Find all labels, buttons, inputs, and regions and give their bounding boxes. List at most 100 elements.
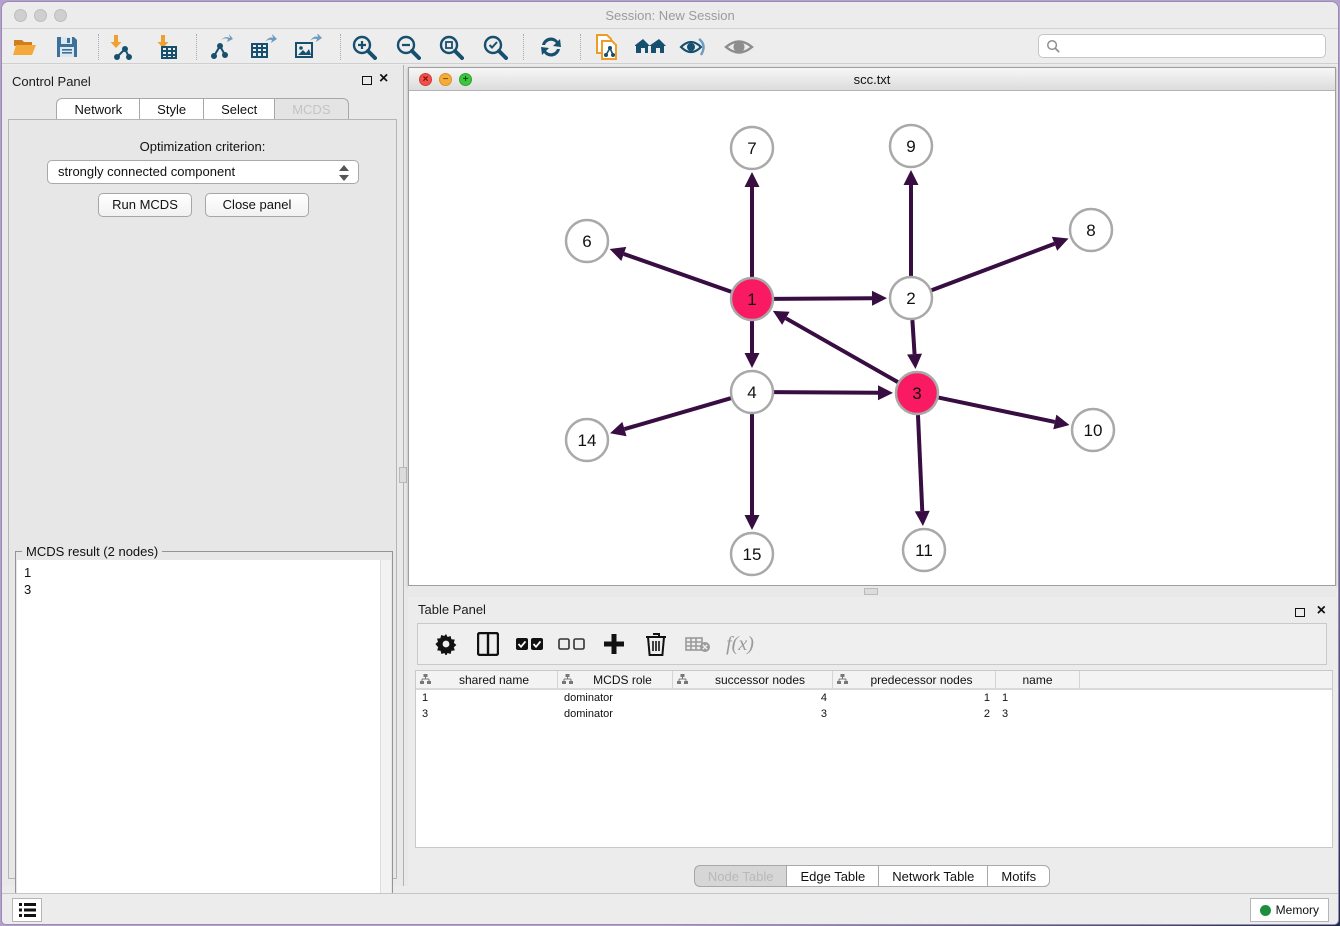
import-network-icon[interactable] — [104, 33, 138, 61]
import-table-icon[interactable] — [151, 33, 185, 61]
table-cell[interactable]: 1 — [833, 690, 996, 706]
table-cell[interactable]: 3 — [996, 706, 1080, 722]
table-cell[interactable]: 3 — [416, 706, 558, 722]
graph-edge-4-14[interactable] — [624, 398, 730, 429]
run-mcds-button[interactable]: Run MCDS — [98, 193, 192, 217]
clear-selection-icon[interactable] — [558, 630, 586, 658]
column-header[interactable]: shared name — [416, 671, 558, 688]
graph-node-label: 10 — [1084, 421, 1103, 440]
graph-edge-arrowhead — [915, 511, 930, 526]
refresh-icon[interactable] — [534, 33, 568, 61]
close-panel-icon[interactable]: × — [1317, 601, 1326, 621]
optimization-criterion-select[interactable]: strongly connected component — [47, 160, 359, 184]
zoom-selected-icon[interactable] — [478, 33, 512, 61]
zoom-fit-icon[interactable] — [434, 33, 468, 61]
tab-node-table[interactable]: Node Table — [694, 865, 787, 887]
zoom-in-icon[interactable] — [347, 33, 381, 61]
graph-edge-2-3[interactable] — [912, 320, 914, 354]
select-value: strongly connected component — [58, 164, 235, 179]
tab-edge-table[interactable]: Edge Table — [786, 865, 878, 887]
close-panel-icon[interactable]: × — [379, 69, 388, 89]
graph-edge-arrowhead — [745, 172, 760, 187]
hide-graphics-details-icon[interactable] — [677, 33, 711, 61]
show-columns-icon[interactable] — [474, 630, 502, 658]
copy-network-icon[interactable] — [590, 33, 624, 61]
table-body: 1dominator4113dominator323 — [416, 690, 1332, 722]
search-input[interactable] — [1038, 34, 1326, 58]
mcds-result-list[interactable]: 1 3 — [17, 560, 381, 925]
select-all-icon[interactable] — [516, 630, 544, 658]
graph-edge-3-11[interactable] — [918, 415, 922, 511]
graph-edge-4-3[interactable] — [774, 392, 878, 393]
float-panel-icon[interactable] — [362, 76, 372, 85]
column-header[interactable]: MCDS role — [558, 671, 673, 688]
control-panel-title: Control Panel — [12, 74, 91, 89]
mcds-result-item: 3 — [24, 581, 381, 598]
export-image-icon[interactable] — [291, 33, 325, 61]
network-canvas-svg[interactable]: 7968124314101511 — [409, 91, 1335, 585]
table-panel-title: Table Panel — [418, 602, 486, 617]
graph-node-label: 3 — [912, 384, 921, 403]
table-cell[interactable]: dominator — [558, 706, 673, 722]
column-tree-icon — [420, 674, 431, 685]
add-column-icon[interactable] — [600, 630, 628, 658]
table-cell[interactable]: 3 — [673, 706, 833, 722]
control-panel: Control Panel × Network Style Select MCD… — [2, 65, 403, 886]
table-cell[interactable]: 1 — [996, 690, 1080, 706]
export-network-icon[interactable] — [204, 33, 238, 61]
table-toolbar: f(x) — [417, 623, 1327, 665]
network-window-titlebar[interactable]: × − + scc.txt — [409, 68, 1335, 91]
export-table-icon[interactable] — [247, 33, 281, 61]
graph-edge-1-6[interactable] — [624, 254, 731, 292]
window-title: Session: New Session — [2, 8, 1338, 23]
memory-button[interactable]: Memory — [1250, 898, 1329, 922]
delete-table-icon — [684, 630, 712, 658]
mcds-tab-content: Optimization criterion: strongly connect… — [8, 119, 397, 879]
memory-label: Memory — [1276, 903, 1319, 917]
splitter-grip[interactable] — [399, 467, 407, 483]
column-tree-icon — [677, 674, 688, 685]
graph-edge-3-1[interactable] — [786, 318, 898, 382]
toolbar-separator — [580, 34, 581, 60]
zoom-out-icon[interactable] — [391, 33, 425, 61]
table-cell[interactable]: 2 — [833, 706, 996, 722]
tab-network-table[interactable]: Network Table — [878, 865, 987, 887]
table-cell[interactable]: 4 — [673, 690, 833, 706]
float-panel-icon[interactable] — [1295, 608, 1305, 617]
table-cell[interactable]: dominator — [558, 690, 673, 706]
table-cell[interactable]: 1 — [416, 690, 558, 706]
graph-edge-1-2[interactable] — [774, 298, 872, 299]
graph-edge-arrowhead — [610, 247, 627, 261]
column-header[interactable]: name — [996, 671, 1080, 688]
graph-edge-arrowhead — [878, 385, 893, 400]
horizontal-splitter[interactable] — [408, 586, 1336, 597]
table-panel-tabs: Node Table Edge Table Network Table Moti… — [408, 865, 1336, 887]
save-session-icon[interactable] — [50, 33, 84, 61]
column-header[interactable]: successor nodes — [673, 671, 833, 688]
graph-edge-3-10[interactable] — [939, 398, 1055, 422]
first-neighbors-icon[interactable] — [634, 33, 668, 61]
automation-panel-button[interactable] — [12, 898, 42, 922]
column-tree-icon — [837, 674, 848, 685]
tab-motifs[interactable]: Motifs — [987, 865, 1050, 887]
close-panel-button[interactable]: Close panel — [205, 193, 309, 217]
splitter-grip[interactable] — [864, 588, 878, 595]
memory-status-icon — [1260, 905, 1271, 916]
table-settings-icon[interactable] — [432, 630, 460, 658]
graph-edge-arrowhead — [1053, 415, 1069, 430]
graph-edge-arrowhead — [745, 515, 760, 530]
open-session-icon[interactable] — [8, 33, 42, 61]
result-scrollbar[interactable] — [380, 560, 391, 925]
tab-mcds[interactable]: MCDS — [274, 98, 348, 120]
tab-select[interactable]: Select — [203, 98, 274, 120]
delete-column-icon[interactable] — [642, 630, 670, 658]
graph-node-label: 8 — [1086, 221, 1095, 240]
graph-node-label: 1 — [747, 290, 756, 309]
tab-network[interactable]: Network — [56, 98, 139, 120]
table-row[interactable]: 1dominator411 — [416, 690, 1332, 706]
column-header[interactable]: predecessor nodes — [833, 671, 996, 688]
table-row[interactable]: 3dominator323 — [416, 706, 1332, 722]
graph-node-label: 4 — [747, 383, 756, 402]
tab-style[interactable]: Style — [139, 98, 203, 120]
graph-edge-2-8[interactable] — [932, 244, 1055, 290]
